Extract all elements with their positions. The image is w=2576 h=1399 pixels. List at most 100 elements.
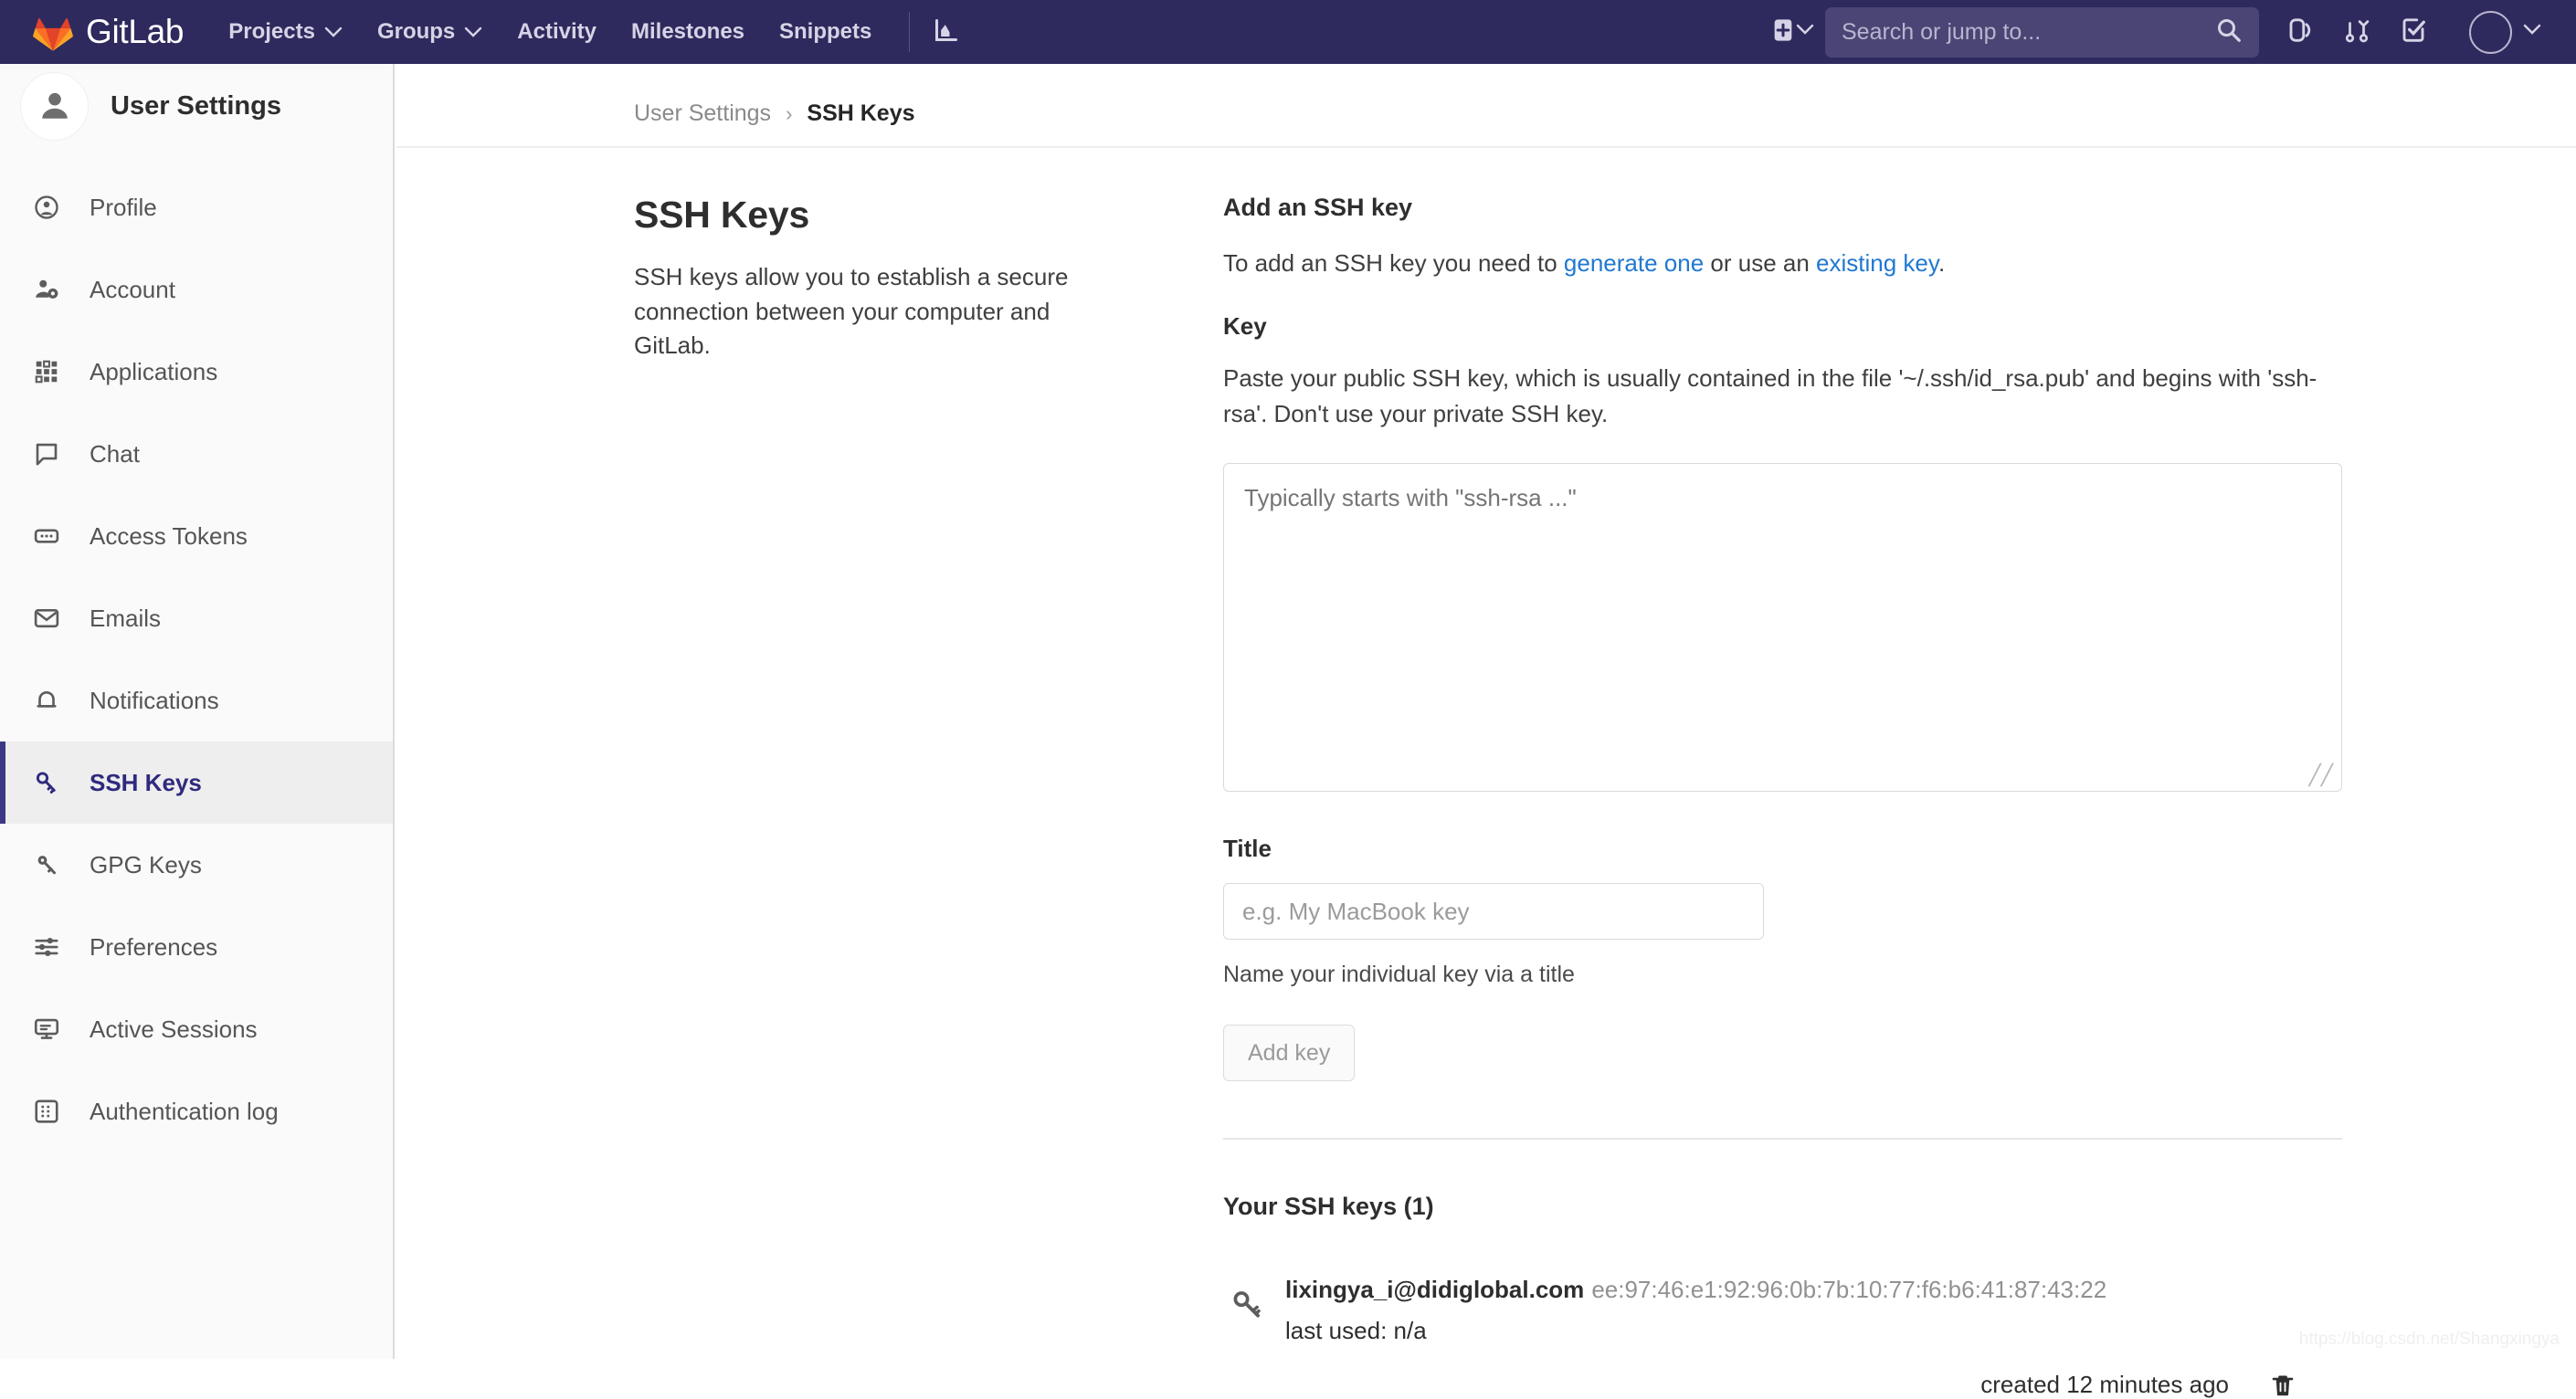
breadcrumb-current: SSH Keys [807, 100, 915, 126]
issues-button[interactable] [2272, 0, 2328, 64]
sidebar-item-active-sessions-label: Active Sessions [90, 1015, 258, 1043]
key-primary-line: lixingya_i@didiglobal.com ee:97:46:e1:92:… [1285, 1274, 2342, 1306]
delete-key-button[interactable] [2269, 1372, 2296, 1399]
chevron-down-icon [2523, 24, 2541, 40]
merge-request-icon [2343, 16, 2370, 48]
key-icon [1223, 1274, 1272, 1321]
add-key-button[interactable]: Add key [1223, 1025, 1356, 1081]
bell-icon [33, 687, 69, 714]
sidebar-item-emails[interactable]: Emails [0, 577, 393, 659]
sidebar-item-account-label: Account [90, 275, 175, 303]
gitlab-logo-icon [33, 13, 73, 51]
nav-item-projects[interactable]: Projects [211, 0, 360, 64]
breadcrumb-parent[interactable]: User Settings [634, 100, 771, 127]
sidebar-item-profile[interactable]: Profile [0, 166, 393, 248]
sidebar-avatar-icon [20, 71, 89, 141]
breadcrumb-bar: User Settings › SSH Keys [396, 64, 2576, 148]
main-content: User Settings › SSH Keys SSH Keys SSH ke… [396, 64, 2576, 1398]
chevron-down-icon [1796, 24, 1814, 40]
sidebar-item-access-tokens[interactable]: Access Tokens [0, 495, 393, 577]
monitor-icon [33, 1015, 69, 1043]
key-details: lixingya_i@didiglobal.com ee:97:46:e1:92:… [1285, 1274, 2342, 1345]
brand-home-link[interactable]: GitLab [33, 13, 185, 51]
nav-item-groups-label: Groups [376, 19, 456, 44]
section-divider [1223, 1138, 2342, 1140]
sidebar-item-authentication-log[interactable]: Authentication log [0, 1070, 393, 1152]
add-key-intro-prefix: To add an SSH key you need to [1223, 249, 1564, 277]
nav-item-groups[interactable]: Groups [360, 0, 500, 64]
sidebar-title: User Settings [111, 90, 281, 121]
profile-circle-icon [33, 194, 69, 221]
add-key-intro: To add an SSH key you need to generate o… [1223, 246, 2342, 281]
key-textarea[interactable] [1223, 463, 2342, 792]
analytics-button[interactable] [919, 0, 974, 64]
your-ssh-keys-heading: Your SSH keys (1) [1223, 1193, 1434, 1220]
sidebar-item-preferences[interactable]: Preferences [0, 906, 393, 988]
sidebar-item-applications[interactable]: Applications [0, 331, 393, 413]
generate-one-link[interactable]: generate one [1564, 249, 1704, 277]
chevron-down-icon [464, 26, 482, 38]
primary-nav: Projects Groups Activity Milestones Snip… [211, 0, 974, 64]
chat-bubble-icon [33, 440, 69, 468]
sidebar-item-notifications-label: Notifications [90, 686, 219, 714]
add-key-heading: Add an SSH key [1223, 194, 1413, 221]
sidebar-item-applications-label: Applications [90, 357, 218, 385]
nav-divider [909, 12, 911, 52]
log-list-icon [33, 1098, 69, 1125]
sidebar-item-notifications[interactable]: Notifications [0, 659, 393, 742]
sidebar-item-chat[interactable]: Chat [0, 413, 393, 495]
search-input[interactable]: Search or jump to... [1825, 6, 2259, 58]
plus-square-icon [1770, 17, 1796, 47]
add-key-intro-suffix: . [1937, 249, 1946, 277]
merge-requests-button[interactable] [2328, 0, 2385, 64]
table-row: lixingya_i@didiglobal.com ee:97:46:e1:92:… [1223, 1274, 2342, 1345]
title-field-hint: Name your individual key via a title [1223, 962, 1575, 987]
sidebar-header: User Settings [0, 64, 393, 148]
sidebar-item-chat-label: Chat [90, 439, 140, 468]
key-field-label: Key [1223, 312, 1267, 340]
key-textarea-wrapper: ╱╱ [1223, 463, 2342, 835]
section-description-column: SSH Keys SSH keys allow you to establish… [634, 194, 1182, 1399]
new-item-button[interactable] [1765, 17, 1820, 47]
nav-item-snippets[interactable]: Snippets [762, 0, 889, 64]
grid-apps-icon [33, 358, 69, 385]
breadcrumb: User Settings › SSH Keys [634, 100, 2521, 127]
sidebar-item-ssh-keys-label: SSH Keys [90, 768, 202, 796]
sidebar-item-profile-label: Profile [90, 193, 157, 221]
sliders-icon [33, 933, 69, 961]
sidebar-item-access-tokens-label: Access Tokens [90, 521, 248, 550]
nav-item-activity[interactable]: Activity [500, 0, 614, 64]
add-key-column: Add an SSH key To add an SSH key you nee… [1182, 194, 2342, 1399]
title-input-placeholder: e.g. My MacBook key [1242, 897, 1470, 925]
breadcrumb-separator-icon: › [786, 101, 793, 125]
key-last-used: last used: n/a [1285, 1317, 1427, 1345]
page-title: SSH Keys [634, 194, 810, 236]
nav-item-milestones[interactable]: Milestones [614, 0, 762, 64]
sidebar-item-active-sessions[interactable]: Active Sessions [0, 988, 393, 1070]
token-icon [33, 522, 69, 550]
issues-icon [2286, 16, 2314, 48]
brand-name: GitLab [86, 13, 185, 50]
user-gear-icon [33, 276, 69, 303]
envelope-icon [33, 605, 69, 632]
key-created-text: created 12 minutes ago [1980, 1371, 2229, 1399]
title-field-label: Title [1223, 835, 1272, 862]
key-title[interactable]: lixingya_i@didiglobal.com [1285, 1276, 1584, 1303]
key-icon [33, 851, 69, 878]
chart-bar-icon [934, 17, 959, 47]
existing-key-link[interactable]: existing key [1816, 249, 1938, 277]
todos-button[interactable] [2385, 0, 2442, 64]
navbar-right: Search or jump to... [1765, 0, 2576, 64]
sidebar-item-account[interactable]: Account [0, 248, 393, 331]
watermark-text: https://blog.csdn.net/Shangxingya [2298, 1330, 2560, 1349]
search-icon[interactable] [2215, 16, 2243, 48]
nav-item-projects-label: Projects [228, 19, 315, 44]
key-fingerprint: ee:97:46:e1:92:96:0b:7b:10:77:f6:b6:41:8… [1591, 1276, 2107, 1303]
title-input[interactable]: e.g. My MacBook key [1223, 883, 1764, 940]
sidebar-item-ssh-keys[interactable]: SSH Keys [0, 742, 393, 824]
avatar [2469, 10, 2512, 54]
chevron-down-icon [324, 26, 343, 38]
sidebar-item-gpg-keys[interactable]: GPG Keys [0, 824, 393, 906]
top-navbar: GitLab Projects Groups Activity Mileston… [0, 0, 2576, 64]
user-menu-button[interactable] [2442, 0, 2556, 64]
